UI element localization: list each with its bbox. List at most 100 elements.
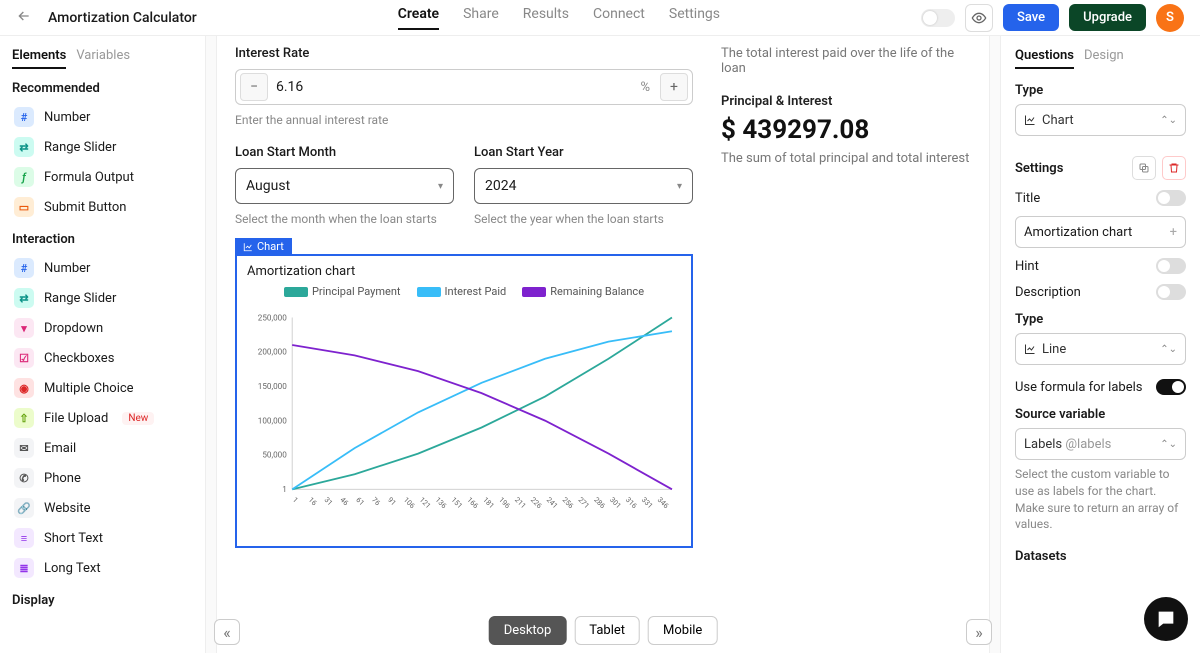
chart-legend: Principal Payment Interest Paid Remainin… — [247, 285, 681, 298]
svg-text:316: 316 — [624, 495, 639, 510]
svg-text:76: 76 — [370, 495, 382, 507]
svg-text:106: 106 — [402, 495, 417, 510]
el-checkboxes[interactable]: ☑Checkboxes — [12, 343, 193, 373]
chart-title: Amortization chart — [247, 264, 681, 279]
svg-text:331: 331 — [640, 495, 655, 510]
label-type-2: Type — [1015, 312, 1186, 327]
el-multiple-choice[interactable]: ◉Multiple Choice — [12, 373, 193, 403]
preview-icon[interactable] — [965, 4, 993, 32]
el-email[interactable]: ✉Email — [12, 433, 193, 463]
el-number[interactable]: #Number — [12, 102, 193, 132]
intercom-icon[interactable] — [1144, 597, 1188, 641]
el-short-text[interactable]: ≡Short Text — [12, 523, 193, 553]
nav-connect[interactable]: Connect — [593, 6, 645, 30]
pi-label: Principal & Interest — [721, 94, 971, 109]
section-display: Display — [12, 593, 193, 608]
chevron-down-icon: ▾ — [438, 181, 443, 192]
svg-text:1: 1 — [282, 484, 287, 494]
plus-icon[interactable]: + — [660, 73, 688, 101]
app-title: Amortization Calculator — [48, 10, 197, 26]
select-element-type[interactable]: Chart ⌃⌄ — [1015, 104, 1186, 136]
svg-text:181: 181 — [481, 495, 496, 510]
help-source-variable: Select the custom variable to use as lab… — [1015, 466, 1186, 533]
label-loan-month: Loan Start Month — [235, 145, 454, 160]
toggle-title[interactable] — [1156, 190, 1186, 206]
svg-text:241: 241 — [545, 495, 560, 510]
el-dropdown[interactable]: ▾Dropdown — [12, 313, 193, 343]
device-mobile[interactable]: Mobile — [648, 616, 717, 645]
el-range-slider[interactable]: ⇄Range Slider — [12, 132, 193, 162]
label-formula-labels: Use formula for labels — [1015, 380, 1142, 395]
section-interaction: Interaction — [12, 232, 193, 247]
label-datasets: Datasets — [1015, 549, 1186, 564]
el-website[interactable]: 🔗Website — [12, 493, 193, 523]
tab-variables[interactable]: Variables — [76, 48, 130, 69]
interest-paid-desc: The total interest paid over the life of… — [721, 46, 971, 76]
svg-text:100,000: 100,000 — [258, 415, 287, 425]
label-type: Type — [1015, 83, 1186, 98]
svg-text:286: 286 — [592, 495, 607, 510]
el-number-2[interactable]: #Number — [12, 253, 193, 283]
device-tablet[interactable]: Tablet — [574, 616, 640, 645]
toggle-description[interactable] — [1156, 284, 1186, 300]
toggle-formula-labels[interactable] — [1156, 379, 1186, 395]
svg-text:136: 136 — [434, 495, 449, 510]
input-interest-rate[interactable]: − 6.16 % + — [235, 69, 693, 105]
input-title[interactable]: Amortization chart+ — [1015, 216, 1186, 248]
el-phone[interactable]: ✆Phone — [12, 463, 193, 493]
save-button[interactable]: Save — [1003, 4, 1059, 31]
svg-text:61: 61 — [354, 495, 366, 507]
select-chart-type[interactable]: Line ⌃⌄ — [1015, 333, 1186, 365]
duplicate-icon[interactable] — [1132, 156, 1156, 180]
publish-toggle[interactable] — [921, 9, 955, 27]
nav-share[interactable]: Share — [463, 6, 499, 30]
svg-text:121: 121 — [418, 495, 433, 510]
minus-icon[interactable]: − — [240, 73, 268, 101]
el-long-text[interactable]: ≣Long Text — [12, 553, 193, 583]
select-loan-month[interactable]: August ▾ — [235, 168, 454, 204]
chart-element[interactable]: Chart Amortization chart Principal Payme… — [235, 254, 693, 548]
delete-icon[interactable] — [1162, 156, 1186, 180]
new-badge: New — [122, 412, 154, 425]
chevron-down-icon: ▾ — [677, 181, 682, 192]
svg-text:346: 346 — [656, 495, 671, 510]
help-interest-rate: Enter the annual interest rate — [235, 113, 693, 127]
device-desktop[interactable]: Desktop — [489, 616, 567, 645]
label-title: Title — [1015, 191, 1040, 206]
scroll-right-icon[interactable]: » — [966, 619, 992, 645]
svg-text:46: 46 — [338, 495, 350, 507]
select-source-variable[interactable]: Labels @labels ⌃⌄ — [1015, 428, 1186, 460]
el-range-slider-2[interactable]: ⇄Range Slider — [12, 283, 193, 313]
el-formula-output[interactable]: ƒFormula Output — [12, 162, 193, 192]
tab-elements[interactable]: Elements — [12, 48, 66, 69]
nav-create[interactable]: Create — [398, 6, 439, 30]
toggle-hint[interactable] — [1156, 258, 1186, 274]
svg-text:271: 271 — [576, 495, 591, 510]
nav-results[interactable]: Results — [523, 6, 569, 30]
label-loan-year: Loan Start Year — [474, 145, 693, 160]
svg-text:200,000: 200,000 — [258, 347, 287, 357]
chart-plot: 150,000100,000150,000200,000250,00011631… — [247, 302, 681, 532]
avatar[interactable]: S — [1156, 4, 1184, 32]
properties-panel: Questions Design Type Chart ⌃⌄ Settings … — [1000, 36, 1200, 653]
svg-text:50,000: 50,000 — [262, 450, 287, 460]
back-icon[interactable] — [16, 8, 32, 28]
svg-text:150,000: 150,000 — [258, 381, 287, 391]
tab-design[interactable]: Design — [1084, 48, 1124, 69]
svg-text:301: 301 — [608, 495, 623, 510]
svg-text:226: 226 — [529, 495, 544, 510]
scroll-left-icon[interactable]: « — [214, 619, 240, 645]
elements-sidebar: Elements Variables Recommended #Number ⇄… — [0, 36, 206, 653]
svg-text:256: 256 — [561, 495, 576, 510]
upgrade-button[interactable]: Upgrade — [1069, 4, 1146, 31]
select-loan-year[interactable]: 2024 ▾ — [474, 168, 693, 204]
nav-settings[interactable]: Settings — [669, 6, 720, 30]
tab-questions[interactable]: Questions — [1015, 48, 1074, 69]
el-file-upload[interactable]: ⇧File UploadNew — [12, 403, 193, 433]
svg-text:166: 166 — [465, 495, 480, 510]
svg-text:16: 16 — [307, 495, 319, 507]
svg-text:1: 1 — [291, 495, 300, 504]
unit-percent: % — [640, 80, 656, 95]
svg-text:31: 31 — [323, 495, 335, 507]
el-submit-button[interactable]: ▭Submit Button — [12, 192, 193, 222]
